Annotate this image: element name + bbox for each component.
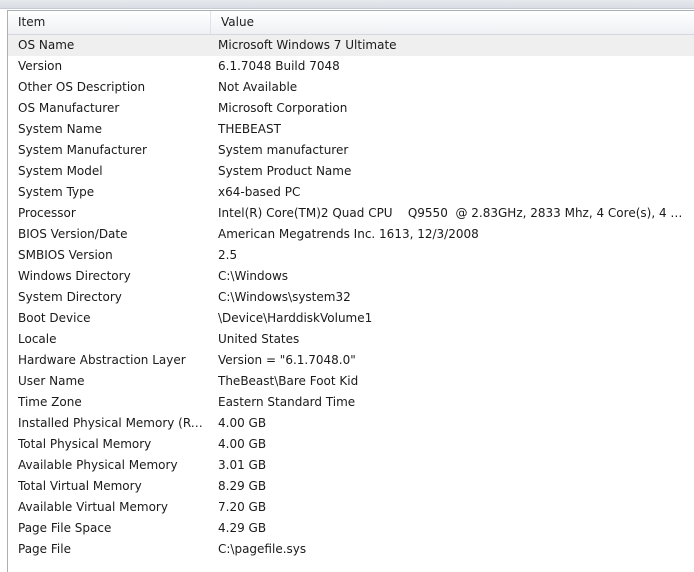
value-cell: 4.00 GB [218, 437, 267, 451]
item-cell: System Type [18, 185, 95, 199]
value-cell: 4.29 GB [218, 521, 267, 535]
table-row[interactable]: SMBIOS Version 2.5 [8, 245, 694, 266]
value-cell: 2.5 [218, 248, 238, 262]
item-cell: BIOS Version/Date [18, 227, 128, 241]
table-row[interactable]: Total Virtual Memory 8.29 GB [8, 476, 694, 497]
table-row[interactable]: Available Physical Memory 3.01 GB [8, 455, 694, 476]
table-row[interactable]: Hardware Abstraction Layer Version = "6.… [8, 350, 694, 371]
table-row[interactable]: System Directory C:\Windows\system32 [8, 287, 694, 308]
item-cell: Version [18, 59, 63, 73]
item-cell: SMBIOS Version [18, 248, 113, 262]
table-row[interactable]: Other OS Description Not Available [8, 77, 694, 98]
value-cell: Microsoft Windows 7 Ultimate [218, 38, 397, 52]
table-row[interactable]: System Model System Product Name [8, 161, 694, 182]
value-cell: Microsoft Corporation [218, 101, 348, 115]
item-cell: Total Physical Memory [18, 437, 152, 451]
value-cell: Not Available [218, 80, 298, 94]
item-cell: Boot Device [18, 311, 91, 325]
table-row[interactable]: OS Manufacturer Microsoft Corporation [8, 98, 694, 119]
item-cell: Hardware Abstraction Layer [18, 353, 186, 367]
item-cell: Other OS Description [18, 80, 146, 94]
table-row[interactable]: Total Physical Memory 4.00 GB [8, 434, 694, 455]
item-cell: Installed Physical Memory (RAM) [18, 416, 208, 430]
item-cell: Processor [18, 206, 76, 220]
value-cell: Intel(R) Core(TM)2 Quad CPU Q9550 @ 2.83… [218, 206, 688, 220]
table-row[interactable]: User Name TheBeast\Bare Foot Kid [8, 371, 694, 392]
item-cell: Page File [18, 542, 71, 556]
table-row[interactable]: Locale United States [8, 329, 694, 350]
item-cell: Windows Directory [18, 269, 131, 283]
value-cell: TheBeast\Bare Foot Kid [218, 374, 359, 388]
value-cell: C:\Windows [218, 269, 289, 283]
item-cell: Page File Space [18, 521, 112, 535]
value-cell: 3.01 GB [218, 458, 267, 472]
item-cell: User Name [18, 374, 85, 388]
table-body: OS Name Microsoft Windows 7 Ultimate Ver… [8, 35, 694, 560]
value-cell: System Product Name [218, 164, 352, 178]
table-row[interactable]: Processor Intel(R) Core(TM)2 Quad CPU Q9… [8, 203, 694, 224]
item-cell: Available Physical Memory [18, 458, 178, 472]
value-cell: United States [218, 332, 300, 346]
value-cell: System manufacturer [218, 143, 349, 157]
item-cell: System Manufacturer [18, 143, 147, 157]
item-cell: OS Manufacturer [18, 101, 120, 115]
value-cell: 6.1.7048 Build 7048 [218, 59, 340, 73]
item-cell: Locale [18, 332, 57, 346]
item-cell: System Name [18, 122, 102, 136]
window-top-edge [0, 0, 694, 9]
item-cell: System Model [18, 164, 103, 178]
item-cell: System Directory [18, 290, 122, 304]
table-row[interactable]: System Name THEBEAST [8, 119, 694, 140]
column-header-value[interactable]: Value [211, 11, 694, 34]
value-cell: C:\pagefile.sys [218, 542, 307, 556]
table-row[interactable]: Available Virtual Memory 7.20 GB [8, 497, 694, 518]
table-row[interactable]: BIOS Version/Date American Megatrends In… [8, 224, 694, 245]
table-row[interactable]: Page File Space 4.29 GB [8, 518, 694, 539]
table-row[interactable]: Page File C:\pagefile.sys [8, 539, 694, 560]
table-row[interactable]: System Manufacturer System manufacturer [8, 140, 694, 161]
value-cell: Eastern Standard Time [218, 395, 356, 409]
value-cell: C:\Windows\system32 [218, 290, 351, 304]
column-header-row: Item Value [8, 11, 694, 35]
column-header-item[interactable]: Item [8, 11, 211, 34]
table-row[interactable]: Version 6.1.7048 Build 7048 [8, 56, 694, 77]
value-cell: x64-based PC [218, 185, 301, 199]
item-cell: OS Name [18, 38, 75, 52]
item-cell: Time Zone [18, 395, 82, 409]
item-cell: Total Virtual Memory [18, 479, 142, 493]
table-row[interactable]: Time Zone Eastern Standard Time [8, 392, 694, 413]
value-cell: THEBEAST [218, 122, 281, 136]
table-row[interactable]: Installed Physical Memory (RAM) 4.00 GB [8, 413, 694, 434]
item-cell: Available Virtual Memory [18, 500, 168, 514]
table-row[interactable]: Windows Directory C:\Windows [8, 266, 694, 287]
value-cell: 7.20 GB [218, 500, 267, 514]
value-cell: Version = "6.1.7048.0" [218, 353, 356, 367]
value-cell: American Megatrends Inc. 1613, 12/3/2008 [218, 227, 479, 241]
system-summary-list[interactable]: Item Value OS Name Microsoft Windows 7 U… [7, 10, 694, 572]
table-row[interactable]: OS Name Microsoft Windows 7 Ultimate [8, 35, 694, 56]
value-cell: 4.00 GB [218, 416, 267, 430]
value-cell: \Device\HarddiskVolume1 [218, 311, 373, 325]
table-row[interactable]: Boot Device \Device\HarddiskVolume1 [8, 308, 694, 329]
value-cell: 8.29 GB [218, 479, 267, 493]
table-row[interactable]: System Type x64-based PC [8, 182, 694, 203]
